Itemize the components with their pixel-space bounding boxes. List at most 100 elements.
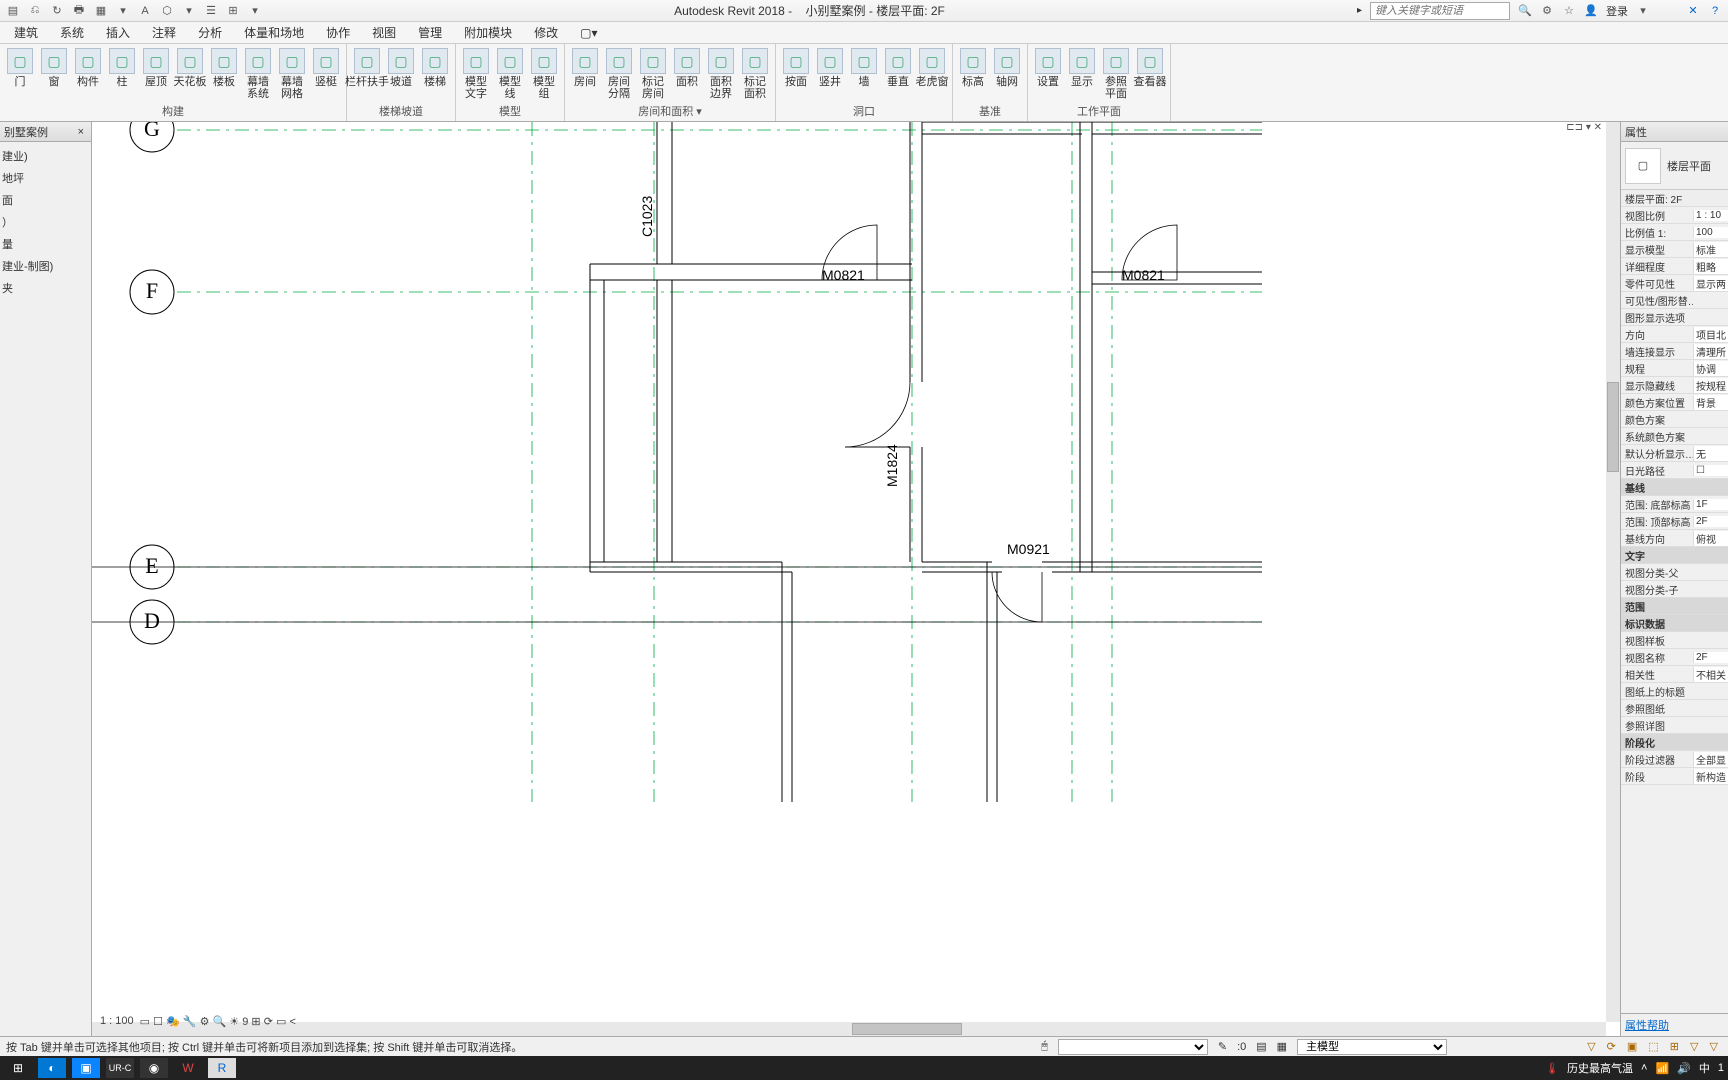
ribbon-button[interactable]: ▢模型 组 (528, 46, 560, 101)
prop-value[interactable]: ☐ (1693, 465, 1728, 476)
tree-item[interactable]: 夹 (2, 278, 89, 300)
ribbon-button[interactable]: ▢竖梃 (310, 46, 342, 101)
menu-annotate[interactable]: 注释 (142, 21, 186, 44)
prop-value[interactable]: 标准 (1693, 242, 1728, 257)
tree-item[interactable]: 地坪 (2, 168, 89, 190)
start-button[interactable]: ⊞ (4, 1058, 32, 1078)
prop-value[interactable]: 2F (1693, 652, 1728, 663)
help-icon[interactable]: ? (1708, 4, 1722, 18)
prop-value[interactable]: 新构造 (1693, 769, 1728, 784)
signin-dropdown-icon[interactable]: ▾ (1636, 4, 1650, 18)
properties-list[interactable]: 视图比例1 : 10比例值 1:100显示模型标准详细程度粗略零件可见性显示两可… (1621, 207, 1728, 1013)
prop-row[interactable]: 可见性/图形替… (1621, 292, 1728, 309)
prop-value[interactable]: 按规程 (1693, 378, 1728, 393)
ribbon-button[interactable]: ▢幕墙 系统 (242, 46, 274, 101)
prop-value[interactable]: 显示两 (1693, 276, 1728, 291)
menu-systems[interactable]: 系统 (50, 21, 94, 44)
network-icon[interactable]: 📶 (1655, 1062, 1669, 1075)
ribbon-button[interactable]: ▢模型 线 (494, 46, 526, 101)
print-icon[interactable]: 🖶 (72, 4, 86, 18)
volume-icon[interactable]: 🔊 (1677, 1062, 1691, 1075)
ribbon-button[interactable]: ▢楼板 (208, 46, 240, 101)
menu-massing[interactable]: 体量和场地 (234, 21, 314, 44)
ribbon-button[interactable]: ▢设置 (1032, 46, 1064, 101)
menu-collab[interactable]: 协作 (316, 21, 360, 44)
type-selector[interactable]: ▢ 楼层平面 (1621, 142, 1728, 190)
instance-row[interactable]: 楼层平面: 2F (1621, 190, 1728, 207)
ribbon-button[interactable]: ▢显示 (1066, 46, 1098, 101)
browser-tree[interactable]: 建业)地坪面）量建业-制图)夹 (0, 142, 91, 304)
revit-task-icon[interactable]: R (208, 1058, 236, 1078)
prop-row[interactable]: 相关性不相关 (1621, 666, 1728, 683)
search-input[interactable] (1370, 2, 1510, 20)
viewbar-icon[interactable]: 🎭 (166, 1015, 180, 1028)
dim-icon[interactable]: ▾ (116, 4, 130, 18)
signin-link[interactable]: 登录 (1606, 3, 1628, 19)
viewbar-icon[interactable]: ⚙ (200, 1015, 210, 1028)
ribbon-button[interactable]: ▢标记 房间 (637, 46, 669, 101)
ribbon-button[interactable]: ▢天花板 (174, 46, 206, 101)
app-icon-2[interactable]: UR-C (106, 1058, 134, 1078)
switch-win-icon[interactable]: ▾ (248, 4, 262, 18)
viewbar-icon[interactable]: 9 (242, 1016, 248, 1028)
scale-selector[interactable]: 1 : 100 (100, 1015, 134, 1027)
prop-row[interactable]: 范围: 顶部标高2F (1621, 513, 1728, 530)
prop-row[interactable]: 零件可见性显示两 (1621, 275, 1728, 292)
ribbon-button[interactable]: ▢房间 分隔 (603, 46, 635, 101)
obs-icon[interactable]: ◉ (140, 1058, 168, 1078)
ribbon-button[interactable]: ▢墙 (848, 46, 880, 101)
prop-value[interactable]: 背景 (1693, 395, 1728, 410)
prop-row[interactable]: 视图样板 (1621, 632, 1728, 649)
prop-row[interactable]: 范围: 底部标高1F (1621, 496, 1728, 513)
ribbon-button[interactable]: ▢垂直 (882, 46, 914, 101)
exchange-icon[interactable]: ✕ (1686, 4, 1700, 18)
properties-help-link[interactable]: 属性帮助 (1621, 1013, 1728, 1036)
favorite-icon[interactable]: ☆ (1562, 4, 1576, 18)
prop-value[interactable]: 1 : 10 (1693, 210, 1728, 221)
viewbar-icon[interactable]: ⟳ (264, 1015, 273, 1028)
ribbon-button[interactable]: ▢老虎窗 (916, 46, 948, 101)
ribbon-button[interactable]: ▢面积 边界 (705, 46, 737, 101)
viewbar-icon[interactable]: ▭ (140, 1015, 150, 1028)
prop-value[interactable]: 粗略 (1693, 259, 1728, 274)
prop-value[interactable]: 不相关 (1693, 667, 1728, 682)
prop-row[interactable]: 方向项目北 (1621, 326, 1728, 343)
prop-value[interactable]: 2F (1693, 516, 1728, 527)
edge-icon[interactable]: ◐ (38, 1058, 66, 1078)
viewbar-icon[interactable]: ☀ (229, 1015, 239, 1028)
prop-row[interactable]: 规程协调 (1621, 360, 1728, 377)
ribbon-button[interactable]: ▢屋顶 (140, 46, 172, 101)
prop-row[interactable]: 详细程度粗略 (1621, 258, 1728, 275)
prop-row[interactable]: 墙连接显示清理所 (1621, 343, 1728, 360)
ribbon-button[interactable]: ▢楼梯 (419, 46, 451, 101)
ribbon-button[interactable]: ▢按面 (780, 46, 812, 101)
tree-item[interactable]: 量 (2, 234, 89, 256)
search-icon[interactable]: 🔍 (1518, 4, 1532, 18)
viewbar-icon[interactable]: ▭ (276, 1015, 286, 1028)
prop-row[interactable]: 图形显示选项 (1621, 309, 1728, 326)
ribbon-button[interactable]: ▢竖井 (814, 46, 846, 101)
prop-value[interactable]: 清理所 (1693, 344, 1728, 359)
ribbon-button[interactable]: ▢窗 (38, 46, 70, 101)
prop-row[interactable]: 图纸上的标题 (1621, 683, 1728, 700)
drawing-canvas[interactable]: GFED (92, 122, 1620, 1036)
section-icon[interactable]: ▾ (182, 4, 196, 18)
ribbon-button[interactable]: ▢栏杆扶手 (351, 46, 383, 101)
prop-value[interactable]: 俯视 (1693, 531, 1728, 546)
prop-row[interactable]: 阶段新构造 (1621, 768, 1728, 785)
prop-row[interactable]: 阶段过滤器全部显 (1621, 751, 1728, 768)
prop-row[interactable]: 视图分类-父 (1621, 564, 1728, 581)
close-hidden-icon[interactable]: ⊞ (226, 4, 240, 18)
ribbon-button[interactable]: ▢标记 面积 (739, 46, 771, 101)
viewbar-icon[interactable]: ☐ (153, 1015, 163, 1028)
model-combo[interactable]: 主模型 (1297, 1039, 1447, 1055)
h-scroll-thumb[interactable] (852, 1023, 962, 1035)
ime-indicator[interactable]: 中 (1699, 1060, 1710, 1076)
prop-row[interactable]: 视图分类-子 (1621, 581, 1728, 598)
v-scroll-thumb[interactable] (1607, 382, 1619, 472)
prop-row[interactable]: 显示隐藏线按规程 (1621, 377, 1728, 394)
menu-modify[interactable]: 修改 (524, 21, 568, 44)
undo-icon[interactable]: ⎌ (28, 4, 42, 18)
prop-value[interactable]: 项目北 (1693, 327, 1728, 342)
viewbar-icon[interactable]: 🔍 (213, 1015, 227, 1028)
